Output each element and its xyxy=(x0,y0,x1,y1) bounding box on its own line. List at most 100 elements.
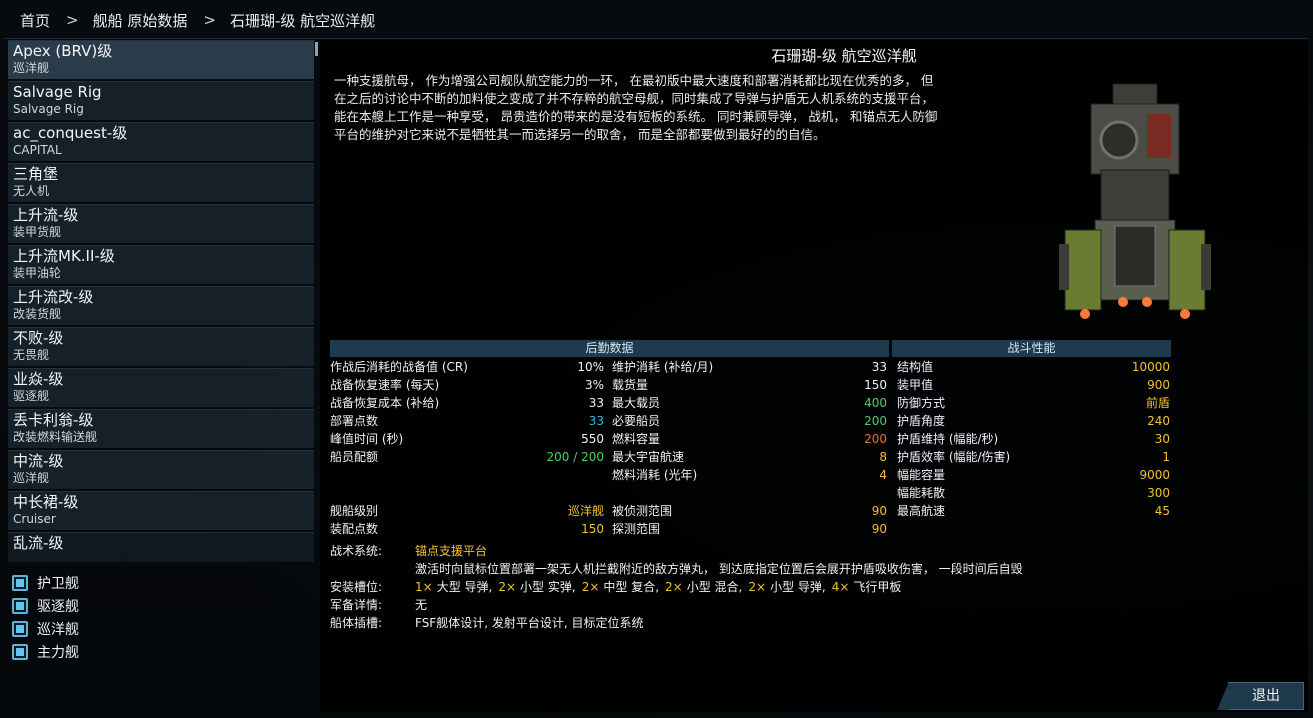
slot-count: 2× xyxy=(581,580,600,594)
stat-row: 最高航速 45 xyxy=(897,502,1170,520)
stat-row: 防御方式 前盾 xyxy=(897,394,1170,412)
stat-value: 4 xyxy=(879,468,887,482)
ship-list[interactable]: Apex (BRV)级 巡洋舰 Salvage Rig Salvage Rig … xyxy=(8,40,316,566)
stat-label: 部署点数 xyxy=(330,414,379,428)
ship-class: Cruiser xyxy=(13,512,56,526)
filter-frigate[interactable]: 护卫舰 xyxy=(12,571,79,594)
breadcrumb-home[interactable]: 首页 xyxy=(20,10,50,31)
stat-row: 最大载员 400 xyxy=(612,394,887,412)
checkbox-icon[interactable] xyxy=(12,620,28,637)
stat-row: 战备恢复成本 (补给) 33 xyxy=(330,394,604,412)
checkbox-icon[interactable] xyxy=(12,597,28,614)
scrollbar-thumb[interactable] xyxy=(315,42,318,56)
slot-type: 小型 混合, xyxy=(686,580,743,594)
ship-title: 石珊瑚-级 航空巡洋舰 xyxy=(771,47,917,65)
ship-name: 丢卡利翁-级 xyxy=(13,411,94,429)
ship-class: 驱逐舰 xyxy=(13,389,50,403)
filter-cruiser[interactable]: 巡洋舰 xyxy=(12,617,79,640)
stat-label: 最大宇宙航速 xyxy=(612,450,685,464)
stat-value: 150 xyxy=(864,378,887,392)
stat-label: 防御方式 xyxy=(897,396,946,410)
hullmods-label: 船体插槽: xyxy=(330,616,383,630)
breadcrumb-separator: > xyxy=(66,11,79,29)
stat-value: 550 xyxy=(581,432,604,446)
ship-class: CAPITAL xyxy=(13,143,62,157)
ship-list-item[interactable]: 中长裙-级 Cruiser xyxy=(8,491,314,530)
stat-label: 护盾维持 (幅能/秒) xyxy=(897,432,999,446)
stat-label: 最高航速 xyxy=(897,504,946,518)
ship-list-item[interactable]: 业焱-级 驱逐舰 xyxy=(8,368,314,407)
ship-list-item[interactable]: 中流-级 巡洋舰 xyxy=(8,450,314,489)
ship-list-item[interactable]: 三角堡 无人机 xyxy=(8,163,314,202)
stat-value: 1 xyxy=(1162,450,1170,464)
stat-row: 最大宇宙航速 8 xyxy=(612,448,887,466)
filter-label: 驱逐舰 xyxy=(37,598,79,615)
stat-row: 舰船级别 巡洋舰 xyxy=(330,502,604,520)
stat-row: 船员配额 200 / 200 xyxy=(330,448,604,466)
exit-button[interactable]: 退出 xyxy=(1217,682,1304,710)
stat-value: 90 xyxy=(871,522,887,536)
stat-row: 载货量 150 xyxy=(612,376,887,394)
stat-value: 10% xyxy=(577,360,604,374)
breadcrumb: 首页 > 舰船 原始数据 > 石珊瑚-级 航空巡洋舰 xyxy=(0,0,1313,40)
stat-label: 最大载员 xyxy=(612,396,661,410)
breadcrumb-section[interactable]: 舰船 原始数据 xyxy=(93,10,188,31)
stat-label: 战备恢复速率 (每天) xyxy=(330,378,440,392)
ship-class: 巡洋舰 xyxy=(13,61,50,75)
checkbox-icon[interactable] xyxy=(12,643,28,660)
slot-type: 小型 实弹, xyxy=(520,580,576,594)
stat-value: 33 xyxy=(871,360,887,374)
stat-row: 幅能耗散 300 xyxy=(897,484,1170,502)
stat-label: 装甲值 xyxy=(897,378,934,392)
slot-count: 2× xyxy=(665,580,683,594)
stat-label: 结构值 xyxy=(897,360,934,374)
stat-value: 前盾 xyxy=(1145,396,1170,410)
breadcrumb-separator: > xyxy=(203,11,216,29)
ship-list-item[interactable]: 上升流改-级 改装货舰 xyxy=(8,286,314,325)
stat-label: 幅能耗散 xyxy=(897,486,946,500)
stat-row: 燃料容量 200 xyxy=(612,430,887,448)
stat-row: 装配点数 150 xyxy=(330,520,604,538)
stat-label: 护盾效率 (幅能/伤害) xyxy=(897,450,1011,464)
ship-list-item[interactable]: 不败-级 无畏舰 xyxy=(8,327,314,366)
ship-list-item[interactable]: 上升流MK.II-级 装甲油轮 xyxy=(8,245,314,284)
breadcrumb-current: 石珊瑚-级 航空巡洋舰 xyxy=(229,11,376,30)
slot-count: 4× xyxy=(831,580,850,594)
stat-row: 部署点数 33 xyxy=(330,412,604,430)
ship-class: 装甲油轮 xyxy=(13,266,62,280)
slot-count: 2× xyxy=(748,580,767,594)
ship-detail-panel: 石珊瑚-级 航空巡洋舰 一种支援航母， 作为增强公司舰队航空能力的一环， 在最初… xyxy=(320,40,1308,712)
stat-row: 幅能容量 9000 xyxy=(897,466,1170,484)
slot-count: 2× xyxy=(498,580,517,594)
filter-destroyer[interactable]: 驱逐舰 xyxy=(12,594,79,617)
stat-label: 燃料容量 xyxy=(612,432,661,446)
ship-list-item[interactable]: 乱流-级 xyxy=(8,532,314,562)
ship-list-item[interactable]: ac_conquest-级 CAPITAL xyxy=(8,122,314,161)
stat-value: 150 xyxy=(581,522,604,536)
stat-value: 33 xyxy=(588,396,604,410)
armament-label: 军备详情: xyxy=(330,598,383,612)
ship-name: Salvage Rig xyxy=(13,83,102,101)
checkbox-icon[interactable] xyxy=(12,574,28,591)
filter-capital[interactable]: 主力舰 xyxy=(12,640,79,663)
tactical-label: 战术系统: xyxy=(330,544,383,558)
ship-list-item[interactable]: 丢卡利翁-级 改装燃料输送舰 xyxy=(8,409,314,448)
ship-name: 上升流MK.II-级 xyxy=(13,247,115,265)
ship-list-item[interactable]: Apex (BRV)级 巡洋舰 xyxy=(8,40,314,79)
stat-value: 200 xyxy=(864,414,887,428)
ship-name: 上升流-级 xyxy=(13,206,79,224)
ship-class: 无人机 xyxy=(13,184,50,198)
stat-label: 峰值时间 (秒) xyxy=(330,432,404,446)
stat-value: 33 xyxy=(588,414,604,428)
stat-value: 9000 xyxy=(1139,468,1170,482)
stat-row: 被侦测范围 90 xyxy=(612,502,887,520)
slot-type: 飞行甲板 xyxy=(853,580,902,594)
ship-list-item[interactable]: Salvage Rig Salvage Rig xyxy=(8,81,314,120)
ship-name: ac_conquest-级 xyxy=(13,124,128,142)
stat-label: 载货量 xyxy=(612,378,649,392)
ship-list-item[interactable]: 上升流-级 装甲货舰 xyxy=(8,204,314,243)
ship-name: Apex (BRV)级 xyxy=(13,42,113,60)
slot-type: 大型 导弹, xyxy=(436,580,493,594)
stat-row: 装甲值 900 xyxy=(897,376,1170,394)
ship-name: 不败-级 xyxy=(13,329,64,347)
